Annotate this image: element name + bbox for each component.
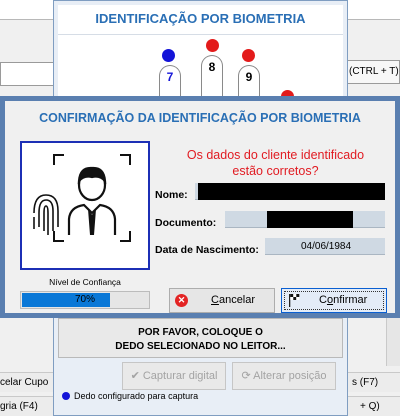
capture-fingerprint-button[interactable]: ✔ Capturar digital bbox=[122, 362, 226, 390]
finger-number: 9 bbox=[245, 70, 253, 84]
cancel-label-rest: ancelar bbox=[218, 294, 256, 306]
confirm-button-label: Confirmar bbox=[319, 289, 367, 312]
finger-number: 8 bbox=[208, 60, 216, 74]
birth-date-label: Data de Nascimento: bbox=[155, 244, 259, 256]
user-fingerprint-icon bbox=[33, 154, 131, 242]
background-menu-item[interactable]: s (F7) bbox=[348, 372, 400, 392]
confidence-value: 70% bbox=[74, 294, 95, 305]
cancel-button[interactable]: ✕ Cancelar bbox=[169, 288, 275, 313]
cancel-icon: ✕ bbox=[175, 294, 188, 307]
question-line: Os dados do cliente identificado bbox=[186, 148, 365, 162]
document-redacted bbox=[267, 211, 353, 228]
capture-legend: Dedo configurado para captura bbox=[62, 391, 198, 402]
name-label: Nome: bbox=[155, 189, 188, 201]
background-menu-item[interactable]: + Q) bbox=[348, 396, 400, 416]
change-position-label: Alterar posição bbox=[253, 370, 327, 382]
finger-number: 7 bbox=[166, 70, 174, 84]
background-menu-item[interactable]: celar Cupo bbox=[0, 372, 56, 392]
legend-text: Dedo configurado para captura bbox=[74, 391, 199, 401]
confirmation-dialog: CONFIRMAÇÃO DA IDENTIFICAÇÃO POR BIOMETR… bbox=[0, 96, 400, 318]
selected-finger-dot bbox=[242, 49, 255, 62]
dialog-title: CONFIRMAÇÃO DA IDENTIFICAÇÃO POR BIOMETR… bbox=[39, 111, 361, 125]
change-position-button[interactable]: ⟳ Alterar posição bbox=[232, 362, 336, 390]
document-label: Documento: bbox=[155, 217, 217, 229]
cancel-button-label: Cancelar bbox=[211, 289, 255, 312]
configured-finger-dot bbox=[162, 49, 175, 62]
question-line: estão corretos? bbox=[232, 164, 319, 178]
checkered-flag-icon bbox=[289, 294, 300, 307]
background-shortcut-button[interactable]: (CTRL + T) bbox=[342, 60, 400, 84]
hand-diagram: 7 8 9 bbox=[58, 35, 343, 103]
capture-button-label: Capturar digital bbox=[142, 370, 218, 382]
confirm-label-prefix: C bbox=[319, 294, 327, 306]
confidence-label: Nível de Confiança bbox=[49, 277, 121, 287]
confirm-button[interactable]: Confirmar bbox=[281, 288, 387, 313]
check-icon: ✔ bbox=[130, 370, 140, 382]
confirmation-question: Os dados do cliente identificado estão c… bbox=[163, 147, 388, 179]
capture-message-line: POR FAVOR, COLOQUE O bbox=[138, 327, 263, 338]
blue-dot-icon bbox=[62, 392, 70, 400]
finger-8[interactable]: 8 bbox=[201, 55, 223, 97]
capture-window-title: IDENTIFICAÇÃO POR BIOMETRIA bbox=[95, 11, 306, 26]
selected-finger-dot bbox=[206, 39, 219, 52]
background-menu-item[interactable]: gria (F4) bbox=[0, 396, 56, 416]
birth-date-value: 04/06/1984 bbox=[301, 241, 352, 252]
capture-message-line: DEDO SELECIONADO NO LEITOR... bbox=[115, 341, 286, 352]
finger-7[interactable]: 7 bbox=[159, 65, 181, 97]
cancel-hotkey: C bbox=[211, 294, 219, 306]
background-scrollbar[interactable] bbox=[386, 318, 400, 366]
refresh-icon: ⟳ bbox=[241, 370, 251, 382]
capture-message: POR FAVOR, COLOQUE O DEDO SELECIONADO NO… bbox=[58, 326, 343, 354]
confirm-label-rest: nfirmar bbox=[333, 294, 368, 306]
finger-9[interactable]: 9 bbox=[238, 65, 260, 97]
name-redacted bbox=[198, 183, 385, 200]
confidence-progress-bar: 70% bbox=[20, 291, 150, 309]
client-photo-placeholder bbox=[20, 141, 150, 270]
